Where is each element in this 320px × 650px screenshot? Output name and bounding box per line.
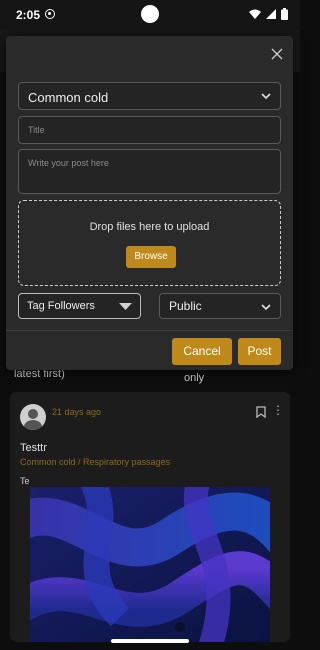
dropzone-text: Drop files here to upload [89,221,210,233]
cancel-button[interactable]: Cancel [172,338,232,365]
battery-icon [281,8,288,20]
file-dropzone[interactable]: Drop files here to upload Browse [18,200,281,286]
home-indicator[interactable] [111,639,189,643]
close-icon[interactable] [268,45,286,63]
category-select[interactable]: Common cold [18,82,281,110]
post-button[interactable]: Post [238,338,281,365]
caret-down-icon [119,303,132,310]
post-timestamp: 21 days ago [52,407,102,417]
wifi-icon [249,9,261,19]
visibility-select-value: Public [169,299,202,313]
visibility-select[interactable]: Public [159,293,281,319]
post-category[interactable]: Common cold / Respiratory passages [20,457,170,467]
signal-icon [266,9,276,19]
post-placeholder: Write your post here [28,158,109,168]
title-placeholder: Title [28,125,45,135]
app-notification-icon [45,9,55,19]
title-input[interactable]: Title [18,116,281,144]
create-post-modal: Common cold Title Write your post here D… [6,36,293,370]
post-card[interactable]: 21 days ago ⋮ Testtr Common cold / Respi… [10,392,290,642]
modal-divider [6,330,293,331]
bookmark-icon[interactable] [256,406,266,418]
chevron-down-icon [261,93,271,100]
more-options-icon[interactable]: ⋮ [272,404,284,416]
chevron-down-icon [261,304,271,311]
post-image[interactable] [30,487,270,642]
tag-followers-select[interactable]: Tag Followers [18,293,141,319]
status-icons [249,8,288,20]
status-time: 2:05 [16,8,41,22]
status-bar: 2:05 [0,0,300,30]
browse-button[interactable]: Browse [126,246,176,268]
post-title[interactable]: Testtr [20,442,47,454]
camera-cutout [141,5,159,23]
avatar[interactable] [20,404,46,430]
post-textarea[interactable]: Write your post here [18,149,281,194]
visibility-filter-label[interactable]: only [184,372,204,384]
category-select-value: Common cold [28,90,109,105]
tag-select-value: Tag Followers [27,300,95,312]
post-body: Te [20,476,30,486]
